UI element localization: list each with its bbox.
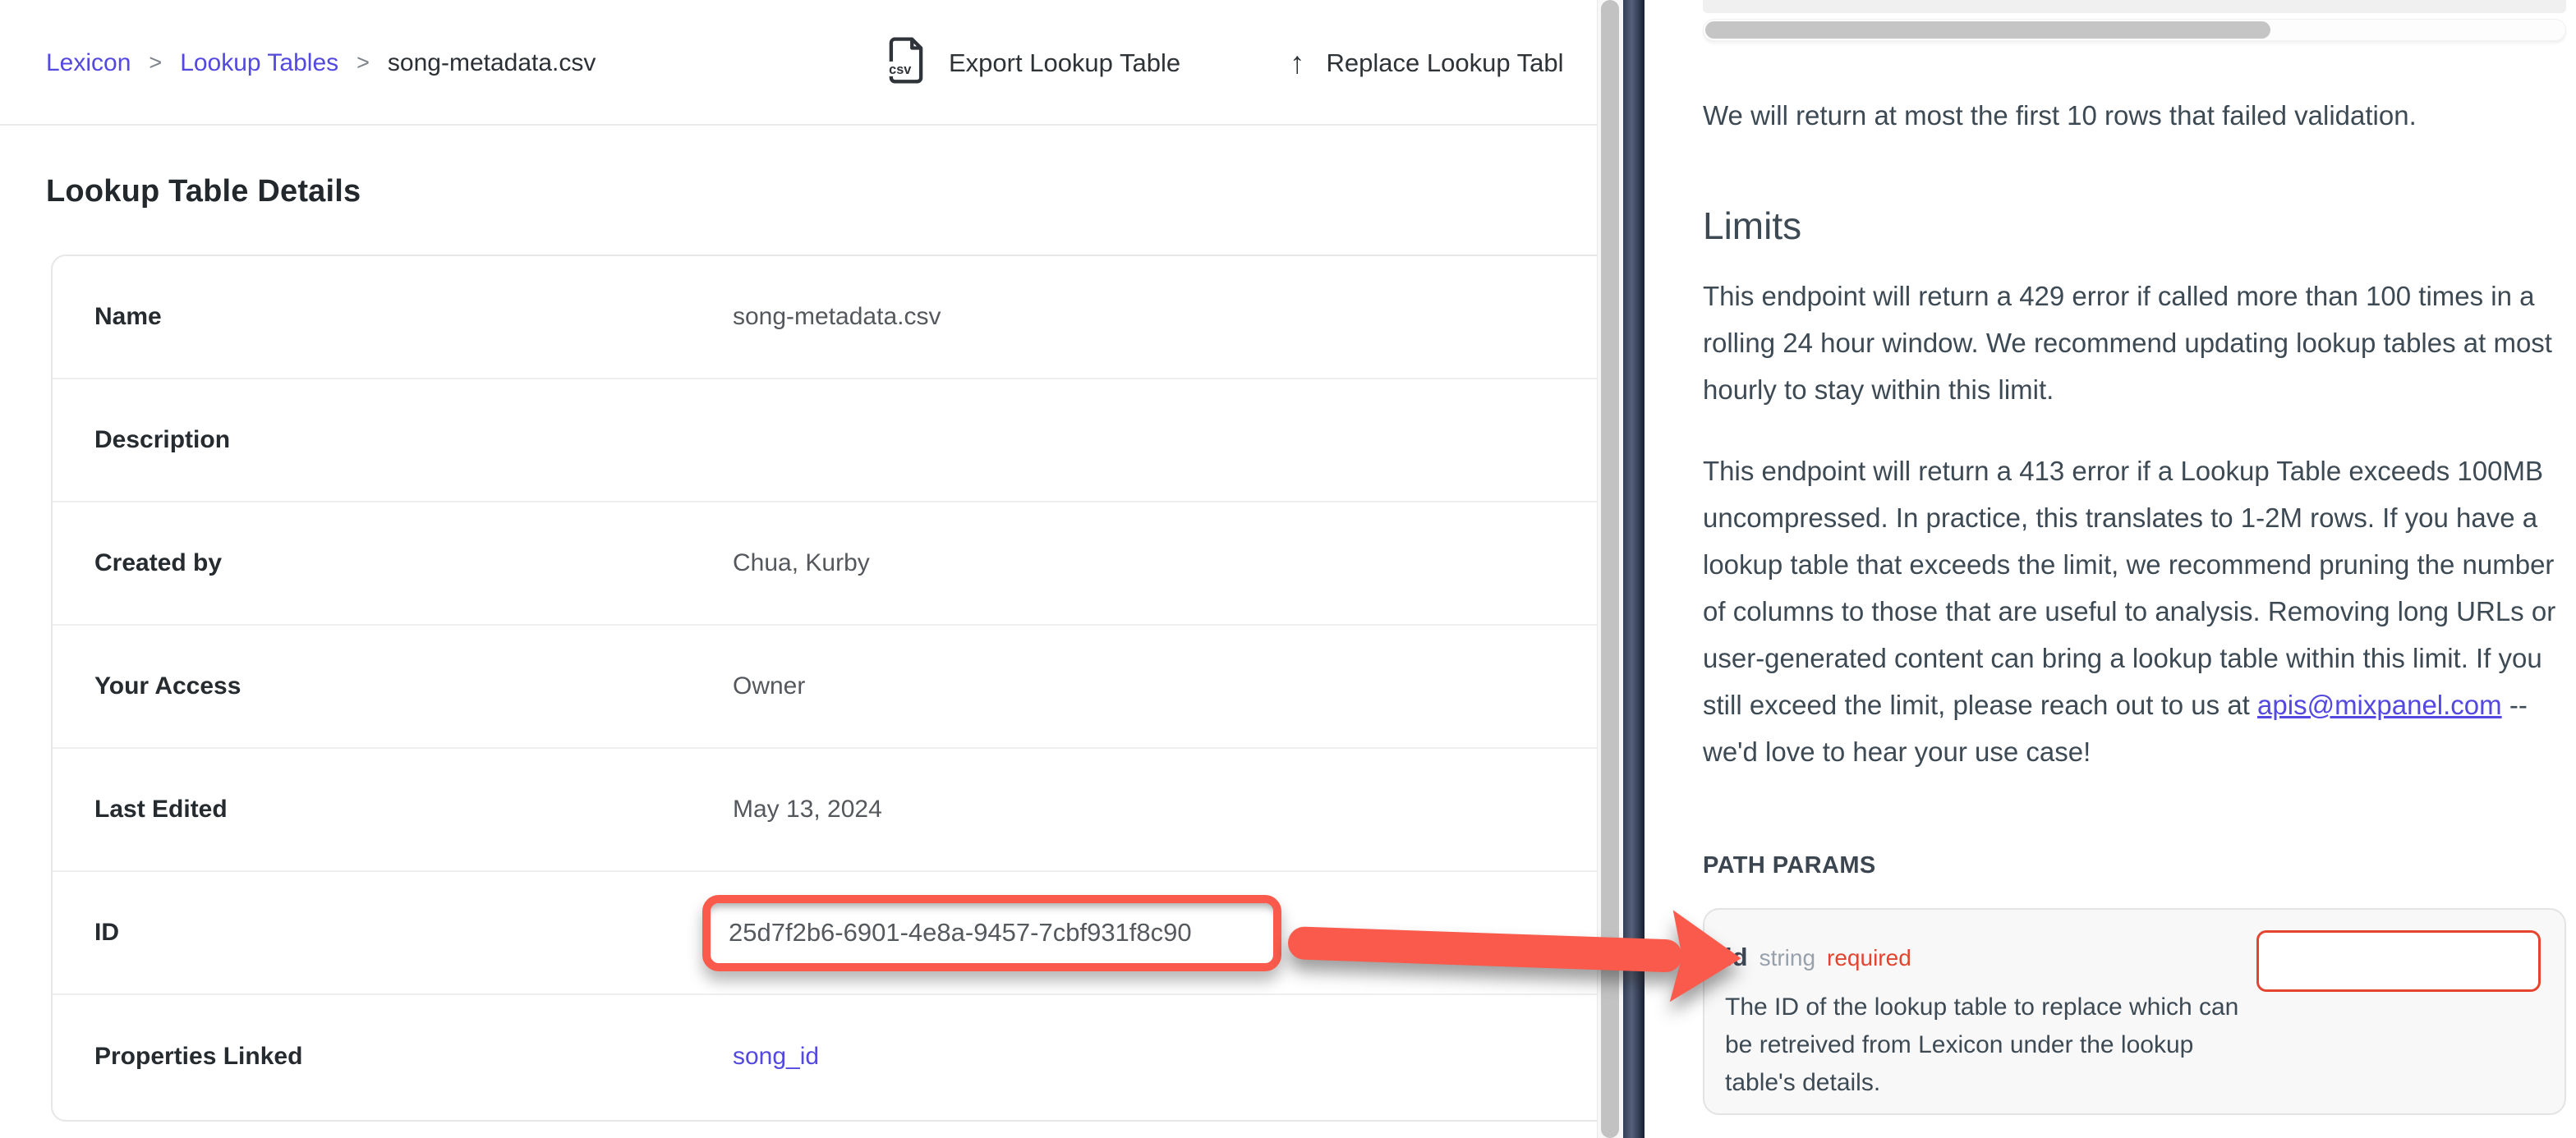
limits-paragraph-1: This endpoint will return a 429 error if… (1703, 273, 2566, 413)
left-window-scrollbar-track (1597, 0, 1623, 1138)
param-name: id (1725, 943, 1748, 972)
replace-lookup-table-button[interactable]: ↑ Replace Lookup Tabl (1290, 0, 1563, 126)
apis-mixpanel-email-link[interactable]: apis@mixpanel.com (2257, 690, 2502, 720)
replace-button-label: Replace Lookup Tabl (1327, 48, 1564, 78)
limits-paragraph-2: This endpoint will return a 413 error if… (1703, 447, 2566, 775)
breadcrumb-lexicon[interactable]: Lexicon (46, 49, 131, 77)
row-label: Created by (53, 549, 733, 577)
table-row-id: ID 25d7f2b6-6901-4e8a-9457-7cbf931f8c90 (53, 872, 1621, 995)
param-description: The ID of the lookup table to replace wh… (1725, 989, 2251, 1102)
param-type: string (1760, 945, 1815, 971)
export-button-label: Export Lookup Table (949, 48, 1180, 78)
breadcrumb-current-file: song-metadata.csv (388, 49, 596, 77)
id-param-input[interactable] (2256, 930, 2541, 992)
breadcrumb-separator: > (356, 50, 370, 76)
row-label: Last Edited (53, 796, 733, 824)
page-title: Lookup Table Details (46, 174, 361, 209)
id-param-card: id string required The ID of the lookup … (1703, 908, 2566, 1115)
breadcrumb-lookup-tables[interactable]: Lookup Tables (180, 49, 338, 77)
row-label: Your Access (53, 672, 733, 700)
upload-arrow-icon: ↑ (1290, 46, 1305, 80)
row-label: ID (53, 919, 733, 947)
svg-text:csv: csv (889, 62, 911, 77)
top-bar: Lexicon > Lookup Tables > song-metadata.… (0, 0, 1622, 126)
table-row-properties-linked: Properties Linked song_id (53, 995, 1621, 1118)
details-card: Name song-metadata.csv Description Creat… (51, 255, 1622, 1122)
row-value: Owner (733, 672, 1621, 700)
breadcrumb: Lexicon > Lookup Tables > song-metadata.… (46, 0, 596, 126)
table-row-name: Name song-metadata.csv (53, 256, 1621, 379)
horizontal-scrollbar-track (1703, 19, 2566, 41)
limits-heading: Limits (1703, 204, 1801, 248)
window-divider (1623, 0, 1644, 1138)
code-block-bottom-edge (1703, 0, 2566, 13)
row-label: Description (53, 426, 733, 454)
csv-file-icon: csv (885, 36, 927, 90)
horizontal-scrollbar-thumb[interactable] (1705, 21, 2270, 39)
param-required-badge: required (1827, 945, 1911, 971)
table-row-last-edited: Last Edited May 13, 2024 (53, 749, 1621, 872)
param-header: id string required (1725, 943, 1911, 972)
path-params-label: PATH PARAMS (1703, 852, 1876, 879)
paragraph-text: This endpoint will return a 413 error if… (1703, 456, 2555, 720)
breadcrumb-separator: > (149, 50, 162, 76)
row-value: Chua, Kurby (733, 549, 1621, 577)
row-value: May 13, 2024 (733, 796, 1621, 824)
left-window-scrollbar-thumb[interactable] (1601, 0, 1619, 1138)
table-row-description: Description (53, 379, 1621, 502)
table-row-created-by: Created by Chua, Kurby (53, 502, 1621, 626)
api-docs-panel: We will return at most the first 10 rows… (1644, 0, 2576, 1138)
table-row-your-access: Your Access Owner (53, 626, 1621, 749)
row-label: Name (53, 303, 733, 331)
lookup-table-details-window: Lexicon > Lookup Tables > song-metadata.… (0, 0, 1622, 1138)
row-value: 25d7f2b6-6901-4e8a-9457-7cbf931f8c90 (733, 895, 1621, 971)
row-label: Properties Linked (53, 1043, 733, 1071)
id-value-highlight-box: 25d7f2b6-6901-4e8a-9457-7cbf931f8c90 (702, 895, 1281, 971)
song-id-property-link[interactable]: song_id (733, 1043, 1621, 1071)
validation-note-paragraph: We will return at most the first 10 rows… (1703, 92, 2566, 139)
export-lookup-table-button[interactable]: csv Export Lookup Table (885, 0, 1180, 126)
row-value: song-metadata.csv (733, 303, 1621, 331)
